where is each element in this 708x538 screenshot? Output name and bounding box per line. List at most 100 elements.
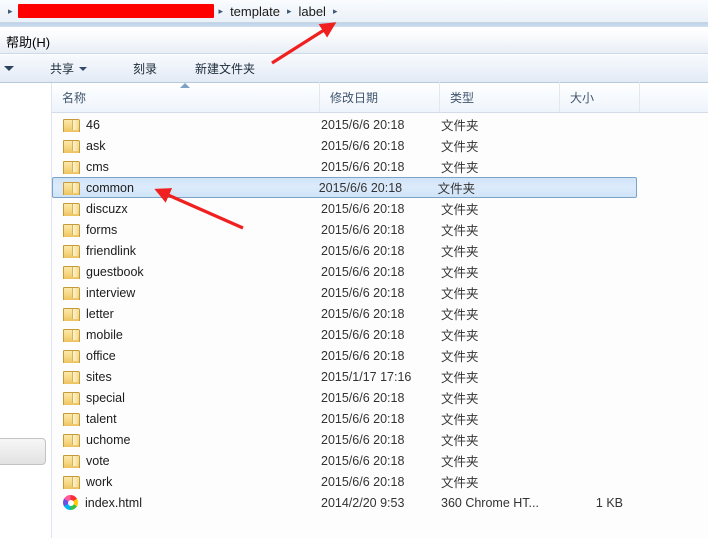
breadcrumb-separator-icon: ▸ [218, 5, 224, 16]
file-name-label: vote [86, 453, 110, 468]
file-row[interactable]: guestbook 2015/6/6 20:18 文件夹 [52, 261, 708, 282]
column-header-type[interactable]: 类型 [440, 82, 560, 112]
file-date-cell: 2015/6/6 20:18 [321, 243, 405, 258]
file-date-cell: 2015/6/6 20:18 [321, 159, 405, 174]
file-type-cell: 文件夹 [441, 371, 479, 385]
file-type-cell: 文件夹 [441, 203, 479, 217]
file-row[interactable]: talent 2015/6/6 20:18 文件夹 [52, 408, 708, 429]
file-name-cell: index.html [53, 495, 321, 510]
toolbar: 共享 刻录 新建文件夹 [0, 55, 708, 83]
file-type-cell: 文件夹 [441, 392, 479, 406]
file-name-cell: friendlink [53, 244, 321, 258]
file-name-cell: letter [53, 307, 321, 321]
toolbar-button-share[interactable]: 共享 [40, 56, 97, 81]
file-type-cell: 360 Chrome HT... [441, 495, 539, 510]
file-name-cell: forms [53, 223, 321, 237]
toolbar-button-share-label: 共享 [50, 62, 75, 76]
file-name-cell: 46 [53, 118, 321, 132]
folder-icon [63, 454, 80, 468]
file-date-cell: 2015/6/6 20:18 [321, 411, 405, 426]
file-list[interactable]: 46 2015/6/6 20:18 文件夹 ask 2015/6/6 20:18 文件夹 c… [52, 114, 708, 538]
toolbar-button-burn[interactable]: 刻录 [123, 56, 167, 81]
file-row[interactable]: discuzx 2015/6/6 20:18 文件夹 [52, 198, 708, 219]
sort-ascending-icon [180, 83, 190, 88]
column-header-row: 名称 修改日期 类型 大小 [52, 82, 708, 113]
file-row[interactable]: forms 2015/6/6 20:18 文件夹 [52, 219, 708, 240]
folder-icon [63, 412, 80, 426]
breadcrumb-item-template[interactable]: template [228, 4, 282, 19]
column-header-date-modified[interactable]: 修改日期 [320, 82, 440, 112]
file-name-label: letter [86, 306, 114, 321]
breadcrumb-separator-icon[interactable]: ▸ [328, 6, 343, 16]
file-type-cell: 文件夹 [441, 140, 479, 154]
file-type-cell: 文件夹 [441, 119, 479, 133]
file-name-label: ask [86, 138, 106, 153]
file-row[interactable]: letter 2015/6/6 20:18 文件夹 [52, 303, 708, 324]
file-row[interactable]: uchome 2015/6/6 20:18 文件夹 [52, 429, 708, 450]
file-name-cell: special [53, 391, 321, 405]
file-date-cell: 2015/6/6 20:18 [318, 180, 403, 195]
file-name-label: office [86, 348, 116, 363]
file-type-cell: 文件夹 [441, 329, 479, 343]
file-name-cell: mobile [53, 328, 321, 342]
menu-item-help[interactable]: 帮助(H) [0, 32, 56, 51]
folder-icon [63, 475, 80, 489]
file-name-cell: guestbook [53, 265, 321, 279]
file-row[interactable]: cms 2015/6/6 20:18 文件夹 [52, 156, 708, 177]
file-name-cell: office [53, 349, 321, 363]
file-row-selected[interactable]: common 2015/6/6 20:18 文件夹 [52, 177, 637, 198]
file-row[interactable]: sites 2015/1/17 17:16 文件夹 [52, 366, 708, 387]
column-header-name-label: 名称 [62, 90, 87, 105]
file-row[interactable]: 46 2015/6/6 20:18 文件夹 [52, 114, 708, 135]
file-type-cell: 文件夹 [441, 245, 479, 259]
file-type-cell: 文件夹 [441, 455, 479, 469]
file-name-label: discuzx [86, 201, 128, 216]
file-name-label: mobile [86, 327, 123, 342]
folder-icon [63, 328, 80, 342]
file-row[interactable]: ask 2015/6/6 20:18 文件夹 [52, 135, 708, 156]
menu-bar: 帮助(H) [0, 29, 708, 54]
file-date-cell: 2014/2/20 9:53 [321, 495, 405, 510]
file-row[interactable]: vote 2015/6/6 20:18 文件夹 [52, 450, 708, 471]
file-row[interactable]: special 2015/6/6 20:18 文件夹 [52, 387, 708, 408]
toolbar-button-burn-label: 刻录 [133, 62, 158, 76]
toolbar-overflow-caret-icon[interactable] [4, 66, 14, 71]
file-type-cell: 文件夹 [441, 413, 479, 427]
file-row[interactable]: work 2015/6/6 20:18 文件夹 [52, 471, 708, 492]
file-type-cell: 文件夹 [441, 266, 479, 280]
file-name-label: special [86, 390, 125, 405]
column-header-size-label: 大小 [570, 90, 595, 105]
toolbar-button-new-folder[interactable]: 新建文件夹 [185, 56, 265, 81]
file-name-cell: vote [53, 454, 321, 468]
file-name-label: forms [86, 222, 118, 237]
file-row[interactable]: mobile 2015/6/6 20:18 文件夹 [52, 324, 708, 345]
address-bar[interactable]: ▸ ▸ template ▸ label ▸ [0, 0, 708, 23]
file-row[interactable]: interview 2015/6/6 20:18 文件夹 [52, 282, 708, 303]
file-name-label: 46 [86, 117, 100, 132]
file-type-cell: 文件夹 [441, 224, 479, 238]
file-name-label: guestbook [86, 264, 144, 279]
navigation-pane[interactable] [0, 83, 52, 538]
navigation-pane-partial-button[interactable] [0, 438, 46, 465]
file-date-cell: 2015/6/6 20:18 [321, 222, 405, 237]
folder-icon [63, 265, 80, 279]
column-header-size[interactable]: 大小 [560, 82, 640, 112]
breadcrumb-item-label[interactable]: label [296, 4, 327, 19]
folder-icon [63, 181, 80, 195]
file-row[interactable]: office 2015/6/6 20:18 文件夹 [52, 345, 708, 366]
back-caret-icon[interactable]: ▸ [3, 6, 18, 16]
column-header-name[interactable]: 名称 [52, 82, 320, 112]
file-row[interactable]: friendlink 2015/6/6 20:18 文件夹 [52, 240, 708, 261]
file-type-cell: 文件夹 [441, 161, 479, 175]
file-name-label: common [86, 180, 134, 195]
column-header-spacer [640, 82, 708, 112]
folder-icon [63, 349, 80, 363]
folder-icon [63, 160, 80, 174]
file-row[interactable]: index.html 2014/2/20 9:53 360 Chrome HT...… [52, 492, 708, 513]
file-name-cell: interview [53, 286, 321, 300]
folder-icon [63, 307, 80, 321]
file-date-cell: 2015/6/6 20:18 [321, 264, 405, 279]
file-type-cell: 文件夹 [441, 308, 479, 322]
chevron-down-icon[interactable] [79, 66, 88, 71]
file-name-cell: cms [53, 160, 321, 174]
